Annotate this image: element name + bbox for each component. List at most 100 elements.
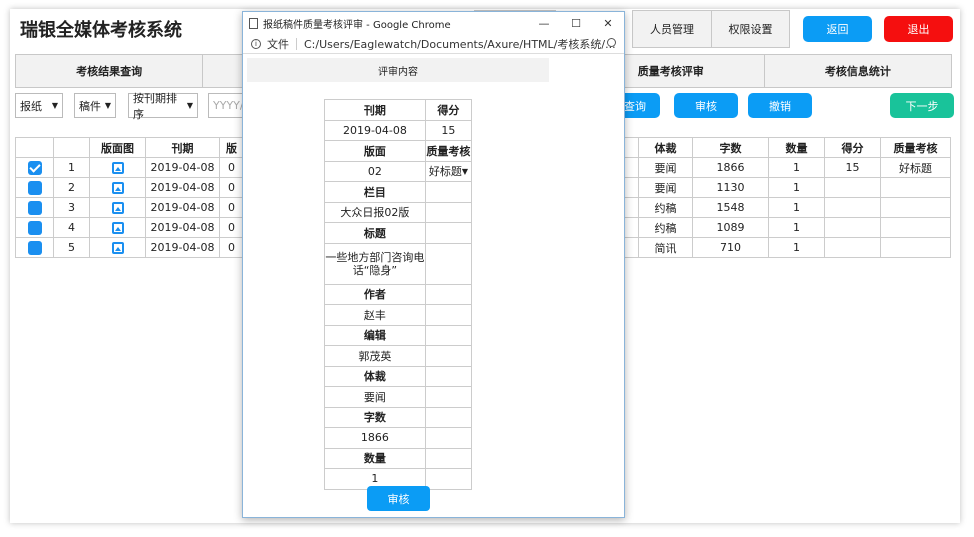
row-quality [880,197,951,218]
col-header: 数量 [768,137,825,158]
sort-select[interactable]: 按刊期排序 ▼ [128,92,198,121]
row-checkbox[interactable] [27,200,42,215]
row-page: 0 [219,237,244,258]
score-label: 得分 [424,99,473,121]
row-checkbox[interactable] [27,240,42,255]
quality-select-value: 好标题 [428,165,462,179]
table-row[interactable]: 约稿 1548 1 [618,197,951,218]
nav-user-mgmt[interactable]: 人员管理 [632,10,712,48]
manuscript-select-value: 稿件 [79,99,101,113]
chevron-down-icon: ▼ [51,101,58,110]
issue-label: 刊期 [324,99,426,121]
row-score [824,197,881,218]
table-row[interactable]: 3 2019-04-08 0 [15,197,244,218]
column-value: 大众日报02版 [324,201,426,223]
table-row[interactable]: 简讯 710 1 [618,237,951,258]
empty-cell [424,406,473,428]
words-label: 字数 [324,406,426,428]
table-row[interactable]: 4 2019-04-08 0 [15,217,244,238]
nav-perm-settings[interactable]: 权限设置 [711,10,790,48]
popup-titlebar[interactable]: 报纸稿件质量考核评审 - Google Chrome — ☐ ✕ [243,12,624,34]
review-button[interactable]: 审核 [674,93,738,118]
table-row[interactable]: 约稿 1089 1 [618,217,951,238]
back-button[interactable]: 返回 [803,16,872,42]
minimize-icon[interactable]: — [528,12,560,34]
sort-select-value: 按刊期排序 [133,91,177,121]
col-header: 体裁 [638,137,693,158]
empty-cell [424,468,473,490]
address-url[interactable]: C:/Users/Eaglewatch/Documents/Axure/HTML… [304,36,616,52]
image-icon[interactable] [111,222,124,234]
row-page: 0 [219,157,244,178]
logout-button[interactable]: 退出 [884,16,953,42]
qty-label: 数量 [324,447,426,469]
info-icon[interactable]: i [251,38,261,49]
table-row[interactable]: 2 2019-04-08 0 [15,177,244,198]
address-label: 文件 [267,37,289,51]
row-qty: 1 [768,217,825,238]
review-popup-window: 报纸稿件质量考核评审 - Google Chrome — ☐ ✕ i 文件 C:… [242,11,625,518]
popup-review-button[interactable]: 审核 [367,486,430,511]
row-date: 2019-04-08 [145,157,220,178]
close-icon[interactable]: ✕ [592,12,624,34]
tab-statistics[interactable]: 考核信息统计 [763,54,953,88]
image-icon[interactable] [111,182,124,194]
right-results-table: 体裁 字数 数量 得分 质量考核 要闻 1866 1 15 好标题 要闻 113… [618,137,951,258]
row-quality: 好标题 [880,157,951,178]
row-checkbox[interactable] [27,160,42,175]
empty-cell [424,365,473,387]
quality-label: 质量考核 [424,140,473,162]
col-header: 质量考核 [880,137,951,158]
headline-label: 标题 [324,222,426,244]
maximize-icon[interactable]: ☐ [560,12,592,34]
row-genre: 约稿 [638,197,693,218]
revoke-button[interactable]: 撤销 [748,93,812,118]
next-button[interactable]: 下一步 [890,93,954,118]
genre-label: 体裁 [324,365,426,387]
empty-cell [424,201,473,223]
row-date: 2019-04-08 [145,177,220,198]
row-no: 2 [53,177,90,198]
row-checkbox[interactable] [27,220,42,235]
table-row[interactable]: 1 2019-04-08 0 [15,157,244,178]
empty-cell [424,242,473,285]
newspaper-select[interactable]: 报纸 ▼ [15,93,63,118]
author-label: 作者 [324,283,426,305]
popup-window-title: 报纸稿件质量考核评审 - Google Chrome [263,19,451,31]
row-date: 2019-04-08 [145,217,220,238]
row-quality [880,177,951,198]
col-header: 版 [219,137,244,158]
image-icon[interactable] [111,202,124,214]
empty-cell [424,222,473,244]
quality-select[interactable]: 好标题 ▼ [424,160,473,182]
table-row[interactable]: 要闻 1866 1 15 好标题 [618,157,951,178]
row-qty: 1 [768,157,825,178]
tab-result-query[interactable]: 考核结果查询 [15,54,204,88]
row-quality [880,237,951,258]
popup-address-bar[interactable]: i 文件 C:/Users/Eaglewatch/Documents/Axure… [243,34,624,54]
row-genre: 简讯 [638,237,693,258]
table-row[interactable]: 5 2019-04-08 0 [15,237,244,258]
empty-cell [424,304,473,326]
empty-cell [424,386,473,408]
empty-cell [424,181,473,203]
row-quality [880,217,951,238]
row-no: 3 [53,197,90,218]
empty-cell [424,427,473,449]
row-score [824,237,881,258]
manuscript-select[interactable]: 稿件 ▼ [74,93,116,118]
col-header: 刊期 [145,137,220,158]
document-icon [249,17,258,29]
review-detail-table: 刊期 得分 2019-04-08 15 版面 质量考核 02 好标题 ▼ 栏目 … [324,99,473,490]
row-qty: 1 [768,177,825,198]
col-header: 字数 [692,137,769,158]
row-date: 2019-04-08 [145,197,220,218]
score-value: 15 [424,119,473,141]
image-icon[interactable] [111,242,124,254]
image-icon[interactable] [111,162,124,174]
row-genre: 要闻 [638,177,693,198]
row-no: 4 [53,217,90,238]
table-row[interactable]: 要闻 1130 1 [618,177,951,198]
row-checkbox[interactable] [27,180,42,195]
search-icon[interactable] [607,38,616,47]
